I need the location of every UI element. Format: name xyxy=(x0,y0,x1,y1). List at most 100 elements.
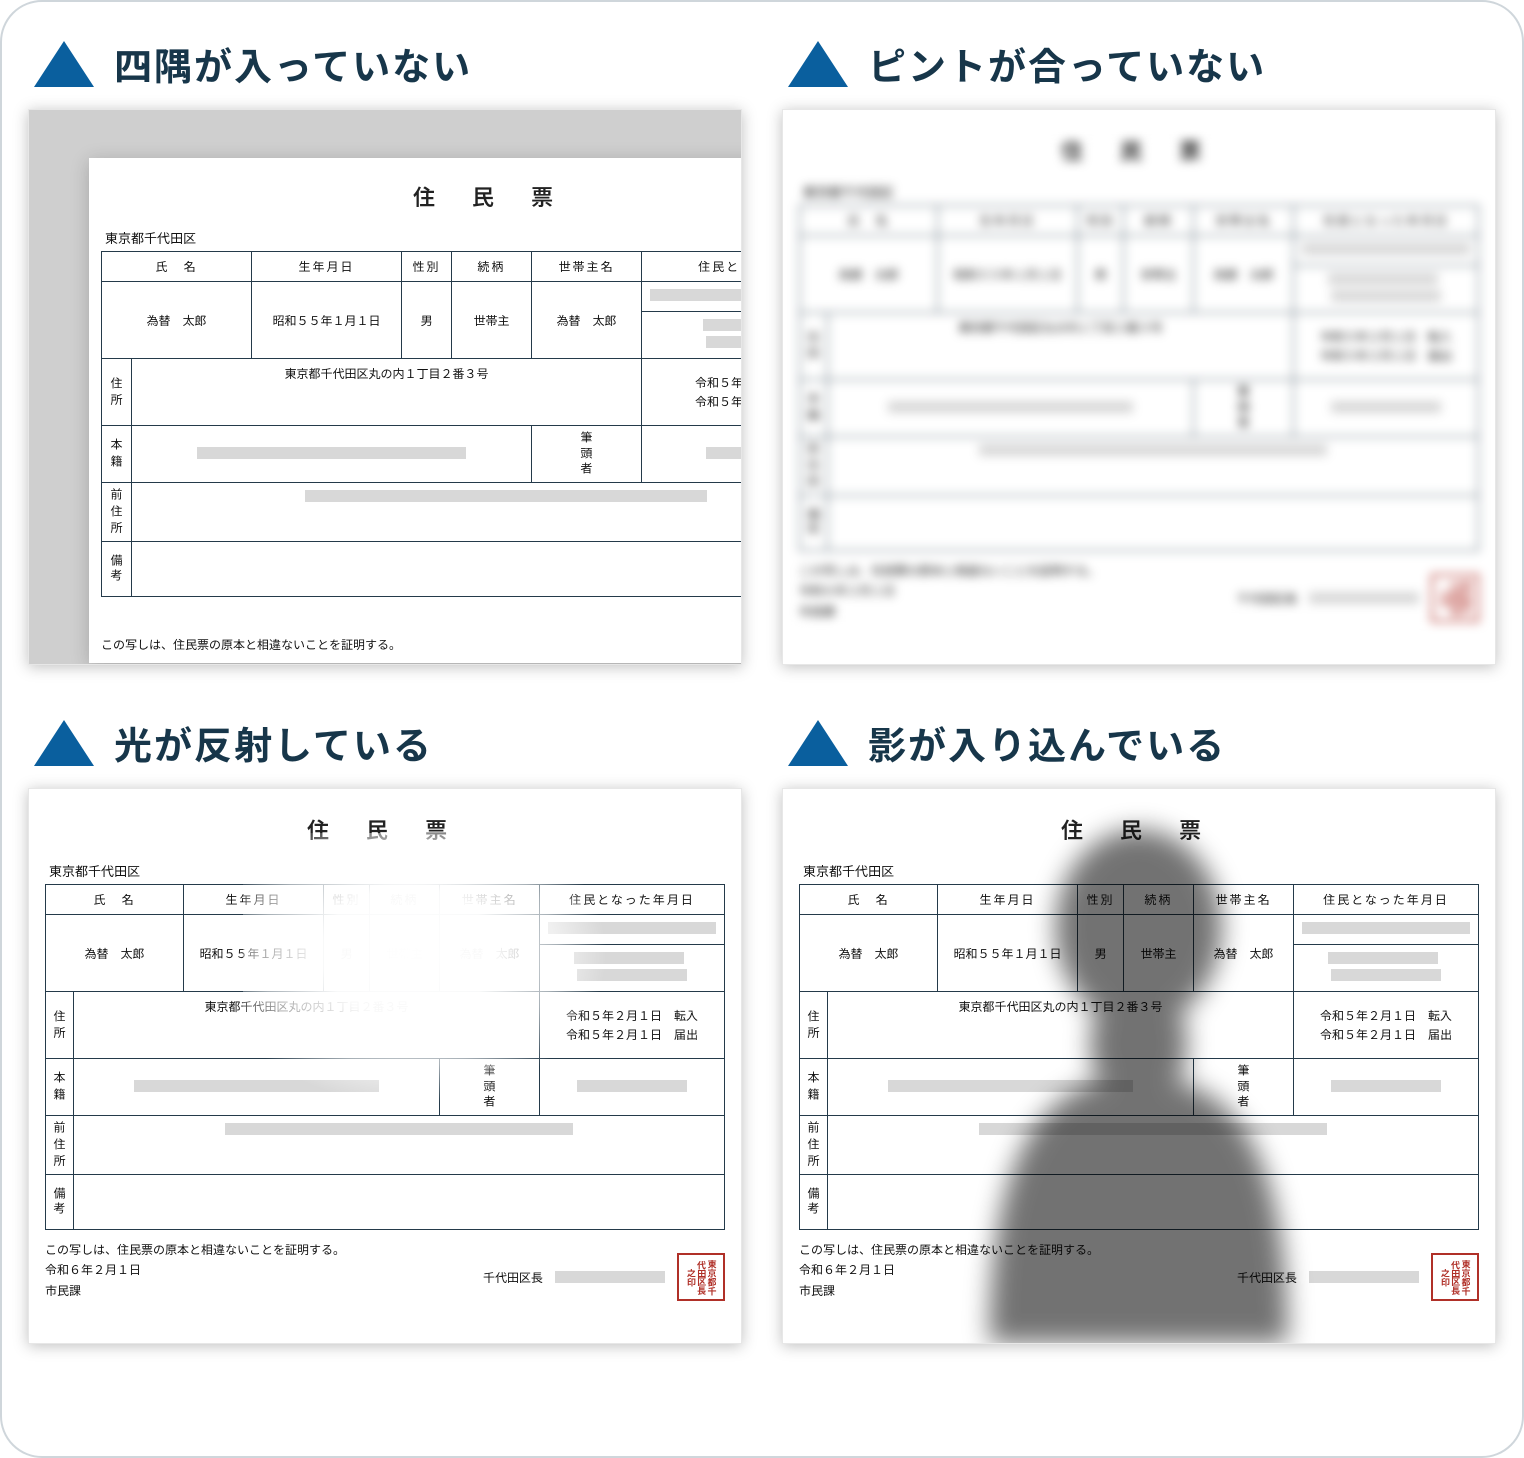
example-title: ピントが合っていない xyxy=(868,36,1266,91)
example-header: 四隅が入っていない xyxy=(34,36,738,91)
hdr-became: 住民となった年月日 xyxy=(540,885,725,915)
footer-mayor: 千代田区長 xyxy=(1237,590,1297,607)
examples-grid: 四隅が入っていない 住 民 票 東京都千代田区 氏 名 生年月日 xyxy=(28,28,1496,1344)
cell-sex: 男 xyxy=(1078,915,1124,992)
doc-title: 住 民 票 xyxy=(799,134,1479,166)
cell-notes xyxy=(828,496,1479,551)
hdr-became: 住民となった年月日 xyxy=(1294,206,1479,236)
hdr-sex: 性別 xyxy=(402,252,452,282)
hdr-became: 住民となった年月日 xyxy=(642,252,742,282)
cell-birth: 昭和５５年１月１日 xyxy=(252,282,402,359)
lbl-notes: 備考 xyxy=(800,1175,828,1230)
mayor-name-placeholder xyxy=(1309,592,1419,604)
cell-birth: 昭和５５年１月１日 xyxy=(938,915,1078,992)
footer-mayor: 千代田区長 xyxy=(483,1269,543,1286)
seal-icon: 東京都千代田区長之印 xyxy=(1431,1253,1479,1301)
doc-municipality: 東京都千代田区 xyxy=(105,228,742,247)
doc-footer: この写しは、住民票の原本と相違ないことを証明する。 令和６年２月１日 市民課 千… xyxy=(799,1240,1479,1301)
ev-movein: 令和５年２月１日 転入 xyxy=(650,373,742,392)
cell-address: 東京都千代田区丸の内１丁目２番３号 xyxy=(828,313,1294,380)
certificate-shadow: 住 民 票 東京都千代田区 氏 名 生年月日 性別 続柄 xyxy=(799,813,1479,1301)
lbl-address: 住所 xyxy=(800,313,828,380)
hdr-relation: 続柄 xyxy=(452,252,532,282)
cell-notes xyxy=(132,542,743,597)
ev-movein: 令和５年２月１日 転入 xyxy=(548,1006,716,1025)
hdr-became: 住民となった年月日 xyxy=(1294,885,1479,915)
ev-notify: 令和５年２月１日 届出 xyxy=(650,392,742,411)
cell-address: 東京都千代田区丸の内１丁目２番３号 xyxy=(74,992,540,1059)
doc-municipality: 東京都千代田区 xyxy=(803,861,1479,880)
cell-head: 為替 太郎 xyxy=(1194,915,1294,992)
example-image: 住 民 票 東京都千代田区 氏 名 生年月日 性別 続柄 xyxy=(28,109,742,665)
hdr-relation: 続柄 xyxy=(370,885,440,915)
example-header: ピントが合っていない xyxy=(788,36,1492,91)
doc-footer: この写しは、住民票の原本と相違ないことを証明する。 令和６年２月１日 市民課 千… xyxy=(799,561,1479,622)
hdr-head: 世帯主名 xyxy=(440,885,540,915)
warning-triangle-icon xyxy=(34,41,94,87)
doc-table: 氏 名 生年月日 性別 続柄 世帯主名 住民となった年月日 為替 太郎 昭和５５… xyxy=(45,884,725,1230)
warning-triangle-icon xyxy=(34,720,94,766)
cell-head: 為替 太郎 xyxy=(1194,236,1294,313)
example-title: 光が反射している xyxy=(114,715,433,770)
hdr-birth: 生年月日 xyxy=(938,885,1078,915)
certificate-blur: 住 民 票 東京都千代田区 氏 名 生年月日 性別 続柄 xyxy=(799,134,1479,622)
lbl-address: 住所 xyxy=(800,992,828,1059)
doc-municipality: 東京都千代田区 xyxy=(803,182,1479,201)
cell-sex: 男 xyxy=(402,282,452,359)
lbl-headofreg: 筆頭者 xyxy=(440,1059,540,1116)
cell-headofreg xyxy=(540,1059,725,1116)
hdr-head: 世帯主名 xyxy=(532,252,642,282)
cell-prevaddr xyxy=(828,1116,1479,1175)
doc-title: 住 民 票 xyxy=(799,813,1479,845)
cell-registry xyxy=(74,1059,440,1116)
mayor-name-placeholder xyxy=(1309,1271,1419,1283)
cell-prevaddr xyxy=(132,483,743,542)
cell-birth: 昭和５５年１月１日 xyxy=(184,915,324,992)
example-header: 影が入り込んでいる xyxy=(788,715,1492,770)
lbl-prevaddr: 前住所 xyxy=(800,437,828,496)
hdr-head: 世帯主名 xyxy=(1194,885,1294,915)
doc-title: 住 民 票 xyxy=(45,813,725,845)
cell-name: 為替 太郎 xyxy=(800,236,938,313)
cell-became-1 xyxy=(540,915,725,945)
footer-date: 令和６年２月１日 xyxy=(45,1260,345,1280)
ev-notify: 令和５年２月１日 届出 xyxy=(1302,346,1470,365)
cell-name: 為替 太郎 xyxy=(102,282,252,359)
lbl-registry: 本籍 xyxy=(800,1059,828,1116)
hdr-sex: 性別 xyxy=(324,885,370,915)
example-title: 四隅が入っていない xyxy=(114,36,472,91)
hdr-sex: 性別 xyxy=(1078,885,1124,915)
cell-notes xyxy=(74,1175,725,1230)
doc-title: 住 民 票 xyxy=(101,180,742,212)
seal-icon: 東京都千代田区長之印 xyxy=(677,1253,725,1301)
lbl-headofreg: 筆頭者 xyxy=(532,426,642,483)
cell-registry xyxy=(828,380,1194,437)
cell-became-2 xyxy=(1294,266,1479,313)
hdr-name: 氏 名 xyxy=(800,206,938,236)
lbl-headofreg: 筆頭者 xyxy=(1194,380,1294,437)
lbl-prevaddr: 前住所 xyxy=(46,1116,74,1175)
hdr-relation: 続柄 xyxy=(1124,885,1194,915)
footer-cert: この写しは、住民票の原本と相違ないことを証明する。 xyxy=(799,561,1099,581)
footer-cert: この写しは、住民票の原本と相違ないことを証明する。 xyxy=(101,635,401,655)
cell-relation: 世帯主 xyxy=(370,915,440,992)
cell-sex: 男 xyxy=(1078,236,1124,313)
lbl-notes: 備考 xyxy=(46,1175,74,1230)
ev-movein: 令和５年２月１日 転入 xyxy=(1302,327,1470,346)
cell-became-2 xyxy=(540,945,725,992)
cell-headofreg xyxy=(1294,1059,1479,1116)
seal-icon: 東京都千代田区長之印 xyxy=(1431,574,1479,622)
example-image: 住 民 票 東京都千代田区 氏 名 生年月日 性別 続柄 xyxy=(28,788,742,1344)
cell-prevaddr xyxy=(828,437,1479,496)
cell-notes xyxy=(828,1175,1479,1230)
footer-mayor: 千代田区長 xyxy=(1237,1269,1297,1286)
cell-relation: 世帯主 xyxy=(452,282,532,359)
footer-section: 市民課 xyxy=(799,602,1099,622)
example-title: 影が入り込んでいる xyxy=(868,715,1226,770)
footer-section: 市民課 xyxy=(45,1281,345,1301)
example-image: 住 民 票 東京都千代田区 氏 名 生年月日 性別 続柄 xyxy=(782,109,1496,665)
cell-became-1 xyxy=(1294,236,1479,266)
doc-footer: この写しは、住民票の原本と相違ないことを証明する。 東京都千代田区長之印 xyxy=(101,607,742,655)
cell-head: 為替 太郎 xyxy=(532,282,642,359)
cell-events: 令和５年２月１日 転入 令和５年２月１日 届出 xyxy=(540,992,725,1059)
